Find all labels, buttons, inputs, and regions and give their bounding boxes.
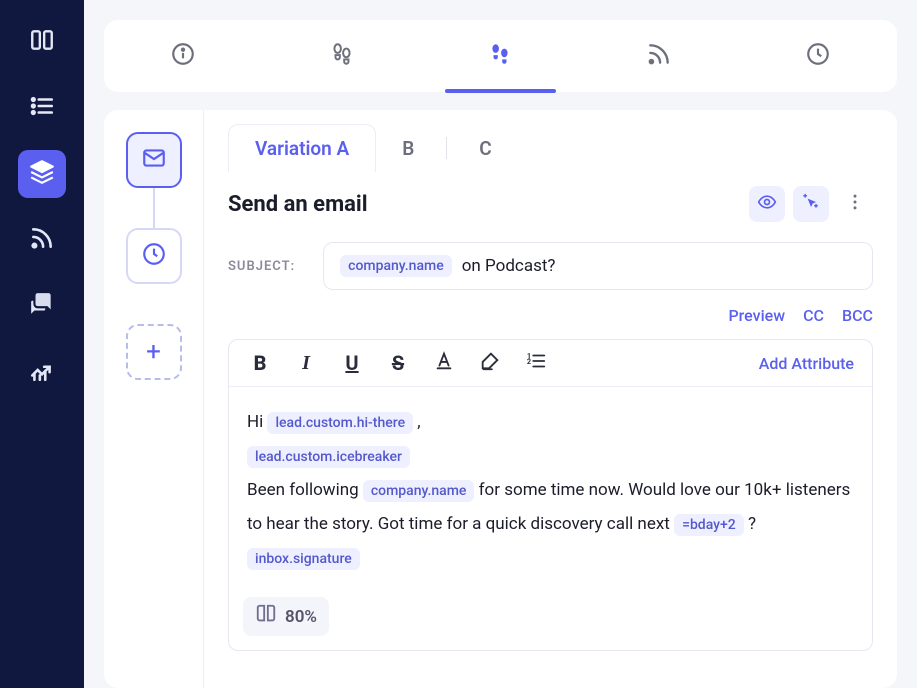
plus-icon: + [146,337,161,367]
info-icon [170,41,196,71]
mail-icon [141,145,167,175]
highlight-button[interactable] [477,350,503,376]
topnav-steps-filled[interactable] [421,20,580,92]
attribute-chip-bday[interactable]: =bday+2 [674,514,744,536]
svg-text:2: 2 [527,356,531,365]
attribute-chip-company[interactable]: company.name [363,480,475,502]
add-attribute-button[interactable]: Add Attribute [759,354,854,373]
bold-icon: B [254,351,267,375]
section-title: Send an email [228,192,368,217]
topnav-steps-outline[interactable] [263,20,422,92]
topnav-rss[interactable] [580,20,739,92]
tab-variation-a[interactable]: Variation A [228,124,376,172]
email-body[interactable]: Hi lead.custom.hi-there , lead.custom.ic… [229,387,872,589]
clock-icon [141,241,167,271]
underline-button[interactable]: U [339,350,365,376]
sidebar-item-rss[interactable] [18,216,66,264]
layers-icon [29,159,55,189]
body-text: Been following [247,480,359,500]
sequence-steps-column: + [104,110,204,688]
text-color-button[interactable] [431,350,457,376]
sidebar-item-list[interactable] [18,84,66,132]
eye-icon [757,192,777,216]
preview-button[interactable] [749,186,785,222]
rss-icon [646,41,672,71]
subject-label: SUBJECT: [228,259,295,274]
editor-toolbar: B I U S 12 [229,340,872,387]
list-icon [29,93,55,123]
sidebar-item-layers[interactable] [18,150,66,198]
list-button[interactable]: 12 [523,350,549,376]
variation-tabs: Variation A B C [228,124,873,172]
tab-variation-b[interactable]: B [376,125,440,172]
sequence-topnav [104,20,897,92]
columns-icon [29,27,55,57]
body-text: Hi [247,412,263,432]
bold-button[interactable]: B [247,350,273,376]
cursor-sparkle-icon [801,192,821,216]
rss-icon [29,225,55,255]
footsteps-icon [487,41,513,71]
clock-icon [805,41,831,71]
highlight-icon [479,350,501,377]
footsteps-outline-icon [329,41,355,71]
main-area: + Variation A B C Send an email [84,0,917,688]
readability-score[interactable]: 80% [243,597,329,636]
attribute-chip-signature[interactable]: inbox.signature [247,548,360,570]
trending-up-icon [29,357,55,387]
italic-button[interactable]: I [293,350,319,376]
dots-vertical-icon [845,192,865,216]
preview-link[interactable]: Preview [728,306,785,325]
attribute-chip-icebreaker[interactable]: lead.custom.icebreaker [247,446,410,468]
step-connector [153,188,155,228]
sidebar-item-analytics[interactable] [18,348,66,396]
email-editor: B I U S 12 [228,339,873,651]
cc-link[interactable]: CC [803,306,824,325]
app-sidebar [0,0,84,688]
strike-button[interactable]: S [385,350,411,376]
book-icon [255,603,277,630]
editor-column: Variation A B C Send an email [204,110,897,688]
subject-text: on Podcast? [462,256,556,276]
topnav-info[interactable] [104,20,263,92]
more-menu-button[interactable] [837,186,873,222]
bcc-link[interactable]: BCC [842,306,873,325]
strikethrough-icon: S [392,351,404,375]
subject-attribute-chip[interactable]: company.name [340,255,452,277]
tab-divider [446,137,447,159]
ordered-list-icon: 12 [525,350,547,377]
step-wait[interactable] [126,228,182,284]
subject-input[interactable]: company.name on Podcast? [323,242,873,290]
workspace-card: + Variation A B C Send an email [104,110,897,688]
underline-icon: U [345,351,358,375]
step-email[interactable] [126,132,182,188]
italic-icon: I [302,352,310,375]
attribute-chip-hi-there[interactable]: lead.custom.hi-there [267,412,413,434]
body-text: , [417,412,420,432]
text-color-icon [433,350,455,377]
chat-icon [29,291,55,321]
topnav-schedule[interactable] [738,20,897,92]
body-text: ? [748,514,756,534]
tab-variation-c[interactable]: C [453,125,517,172]
readability-value: 80% [285,607,317,627]
sidebar-item-kanban[interactable] [18,18,66,66]
add-step-button[interactable]: + [126,324,182,380]
sidebar-item-chat[interactable] [18,282,66,330]
ai-assist-button[interactable] [793,186,829,222]
